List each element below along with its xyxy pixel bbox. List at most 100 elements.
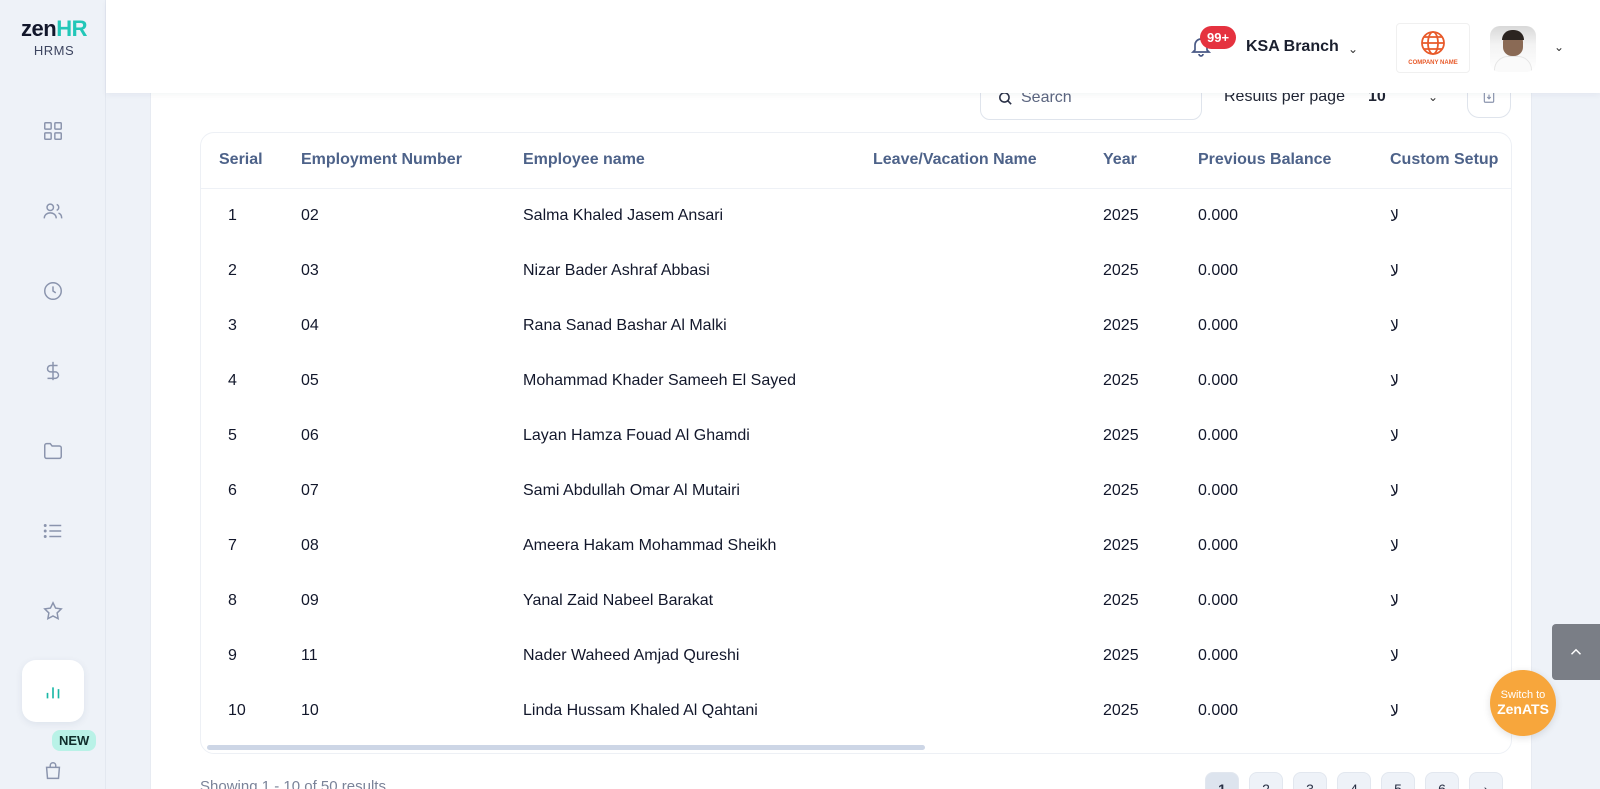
branch-selector[interactable]: KSA Branch [1246,38,1339,56]
next-page-button[interactable]: › [1469,772,1503,789]
table-row[interactable]: 1 02 Salma Khaled Jasem Ansari 2025 0.000 لا [201,188,1511,243]
cell-leave-name [873,683,1103,738]
sidebar-item-documents[interactable] [36,434,70,468]
switch-label: Switch to [1500,689,1546,701]
table-row[interactable]: 9 11 Nader Waheed Amjad Qureshi 2025 0.000 لا [201,628,1511,683]
cell-employee-name: Salma Khaled Jasem Ansari [523,206,724,224]
cell-serial: 7 [228,536,237,554]
cell-serial: 1 [228,206,237,224]
page-button[interactable]: 4 [1337,772,1371,789]
cell-serial: 2 [228,261,237,279]
clock-icon [44,282,62,300]
cell-employee-name: Rana Sanad Bashar Al Malki [523,316,727,334]
globe-icon [1421,31,1445,55]
column-header[interactable]: Serial [201,133,301,189]
cell-leave-name [873,243,1103,298]
cell-year: 2025 [1103,701,1139,719]
sidebar-item-payroll[interactable] [36,354,70,388]
pagination-summary: Showing 1 - 10 of 50 results [200,778,386,789]
cell-previous-balance: 0.000 [1198,316,1239,334]
sidebar-item-performance[interactable] [36,594,70,628]
cell-serial: 3 [228,316,237,334]
cell-leave-name [873,518,1103,573]
cell-custom-setup: لا [1390,482,1400,500]
cell-employment-number: 06 [301,426,319,444]
cell-employment-number: 05 [301,371,319,389]
user-menu-chevron-icon[interactable]: ⌄ [1554,40,1564,54]
chevron-up-icon [1570,648,1582,655]
cell-leave-name [873,463,1103,518]
cell-leave-name [873,188,1103,243]
cell-serial: 6 [228,481,237,499]
cell-custom-setup: لا [1390,537,1400,555]
cell-custom-setup: لا [1390,592,1400,610]
cell-previous-balance: 0.000 [1198,206,1239,224]
cell-custom-setup: لا [1390,317,1400,335]
table-row[interactable]: 6 07 Sami Abdullah Omar Al Mutairi 2025 0.00… [201,463,1511,518]
page-button[interactable]: 2 [1249,772,1283,789]
sidebar: zenHR HRMS NEW [0,0,106,789]
cell-custom-setup: لا [1390,647,1400,665]
chevron-down-icon[interactable]: ⌄ [1348,42,1358,56]
sidebar-item-reports[interactable] [22,660,84,722]
sidebar-item-marketplace[interactable] [36,754,70,788]
column-header[interactable]: Employee name [523,133,873,189]
sidebar-item-employees[interactable] [36,194,70,228]
table-row[interactable]: 7 08 Ameera Hakam Mohammad Sheikh 2025 0.000… [201,518,1511,573]
column-header[interactable]: Previous Balance [1198,133,1390,189]
page-button[interactable]: 6 [1425,772,1459,789]
cell-previous-balance: 0.000 [1198,536,1239,554]
users-icon [43,203,63,219]
page-button[interactable]: 3 [1293,772,1327,789]
cell-year: 2025 [1103,371,1139,389]
table-row[interactable]: 3 04 Rana Sanad Bashar Al Malki 2025 0.000 لا [201,298,1511,353]
shopping-bag-icon [45,762,61,780]
cell-previous-balance: 0.000 [1198,261,1239,279]
cell-serial: 5 [228,426,237,444]
column-header[interactable]: Custom Setup [1390,133,1511,189]
logo-accent: HR [56,16,87,41]
app-logo[interactable]: zenHR HRMS [14,16,94,58]
column-header[interactable]: Year [1103,133,1198,189]
avatar[interactable] [1490,26,1536,72]
notifications-badge: 99+ [1200,26,1237,49]
page-button[interactable]: 1 [1205,772,1239,789]
table-row[interactable]: 8 09 Yanal Zaid Nabeel Barakat 2025 0.000 لا [201,573,1511,628]
cell-employee-name: Layan Hamza Fouad Al Ghamdi [523,426,750,444]
cell-previous-balance: 0.000 [1198,591,1239,609]
cell-previous-balance: 0.000 [1198,646,1239,664]
cell-year: 2025 [1103,206,1139,224]
table-row[interactable]: 2 03 Nizar Bader Ashraf Abbasi 2025 0.000 لا [201,243,1511,298]
cell-employee-name: Nizar Bader Ashraf Abbasi [523,261,710,279]
column-header[interactable]: Leave/Vacation Name [873,133,1103,189]
cell-custom-setup: لا [1390,372,1400,390]
cell-employment-number: 04 [301,316,319,334]
cell-year: 2025 [1103,316,1139,334]
logo-text: zen [21,16,57,41]
cell-previous-balance: 0.000 [1198,701,1239,719]
table-row[interactable]: 10 10 Linda Hussam Khaled Al Qahtani 2025 0.… [201,683,1511,738]
cell-year: 2025 [1103,426,1139,444]
chevron-right-icon: › [1483,781,1489,789]
dollar-icon [46,361,60,381]
cell-leave-name [873,573,1103,628]
column-header[interactable]: Employment Number [301,133,523,189]
top-bar: 99+ KSA Branch ⌄ COMPANY NAME ⌄ [106,0,1600,93]
sidebar-item-attendance[interactable] [36,274,70,308]
horizontal-scrollbar[interactable] [207,745,925,750]
cell-employment-number: 07 [301,481,319,499]
table-row[interactable]: 5 06 Layan Hamza Fouad Al Ghamdi 2025 0.000 ل… [201,408,1511,463]
page-button[interactable]: 5 [1381,772,1415,789]
scroll-to-top-button[interactable] [1552,624,1600,680]
sidebar-item-dashboard[interactable] [36,114,70,148]
sidebar-item-requests[interactable] [36,514,70,548]
company-logo[interactable]: COMPANY NAME [1396,23,1470,73]
table-row[interactable]: 4 05 Mohammad Khader Sameeh El Sayed 2025 0.… [201,353,1511,408]
switch-to-zenats-button[interactable]: Switch to ZenATS [1490,670,1556,736]
cell-employee-name: Ameera Hakam Mohammad Sheikh [523,536,777,554]
cell-employee-name: Nader Waheed Amjad Qureshi [523,646,740,664]
list-icon [43,524,62,538]
pagination: 1 2 3 4 5 6 › [1205,772,1503,789]
cell-previous-balance: 0.000 [1198,371,1239,389]
cell-year: 2025 [1103,646,1139,664]
